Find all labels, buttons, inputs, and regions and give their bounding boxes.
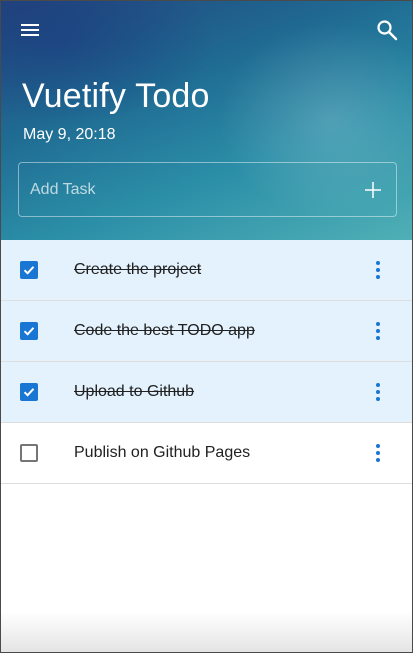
search-button[interactable] <box>367 10 407 50</box>
more-vert-icon <box>376 444 380 462</box>
menu-button[interactable] <box>10 10 50 50</box>
task-checkbox[interactable] <box>20 261 38 279</box>
task-row[interactable]: Code the best TODO app <box>1 301 412 362</box>
menu-icon <box>21 24 39 36</box>
search-icon <box>377 20 398 41</box>
plus-icon <box>365 182 381 198</box>
app-title: Vuetify Todo <box>22 77 210 115</box>
current-date: May 9, 20:18 <box>23 126 116 143</box>
app-window: Vuetify Todo May 9, 20:18 Create the pro… <box>0 0 413 653</box>
check-icon <box>23 327 35 336</box>
task-label: Upload to Github <box>74 383 195 400</box>
task-label: Create the project <box>74 261 202 278</box>
task-label: Code the best TODO app <box>74 322 255 339</box>
task-checkbox[interactable] <box>20 322 38 340</box>
bottom-shadow <box>1 612 412 652</box>
check-icon <box>23 266 35 275</box>
add-task-field[interactable] <box>18 162 397 217</box>
add-task-input[interactable] <box>30 163 350 216</box>
check-icon <box>23 388 35 397</box>
task-menu-button[interactable] <box>358 433 398 473</box>
add-task-button[interactable] <box>353 170 393 210</box>
task-label: Publish on Github Pages <box>74 444 251 461</box>
task-menu-button[interactable] <box>358 372 398 412</box>
task-checkbox[interactable] <box>20 383 38 401</box>
task-menu-button[interactable] <box>358 250 398 290</box>
task-menu-button[interactable] <box>358 311 398 351</box>
task-row[interactable]: Create the project <box>1 240 412 301</box>
task-row[interactable]: Upload to Github <box>1 362 412 423</box>
app-header: Vuetify Todo May 9, 20:18 <box>1 1 412 240</box>
more-vert-icon <box>376 322 380 340</box>
more-vert-icon <box>376 261 380 279</box>
task-list: Create the project Code the best TODO ap… <box>1 240 412 484</box>
more-vert-icon <box>376 383 380 401</box>
task-row[interactable]: Publish on Github Pages <box>1 423 412 484</box>
task-checkbox[interactable] <box>20 444 38 462</box>
